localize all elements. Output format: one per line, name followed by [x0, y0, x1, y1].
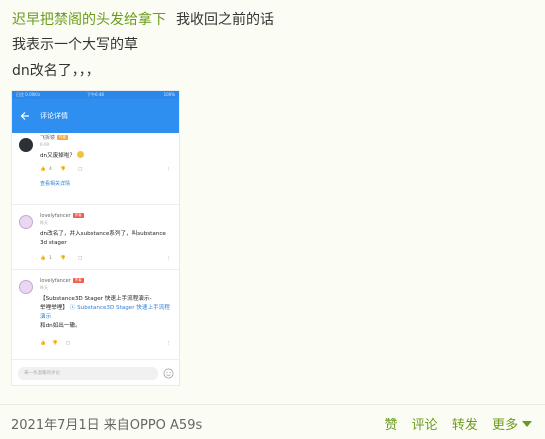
dislike-icon[interactable]: 👎 [60, 256, 66, 261]
post-text-3: dn改名了，，， [12, 63, 100, 79]
divider [12, 269, 179, 270]
comment-actions: 👍 4 👎 ▢ ⋮ [40, 167, 171, 175]
comment-time: 6-09 [40, 142, 50, 147]
reply-icon[interactable]: ▢ [78, 167, 82, 172]
comment-text: 【Substance3D Stager 快速上手流程演示- 举哩举哩】 ⓢ Su… [40, 296, 170, 329]
comment-author: lovelyfancer [40, 213, 71, 219]
like-button[interactable]: 赞 [385, 418, 398, 433]
post-actions: 赞 评论 转发 更多 [375, 414, 532, 433]
like-icon[interactable]: 👍 [40, 256, 46, 261]
divider [12, 204, 179, 205]
avatar [19, 215, 33, 229]
more-button[interactable]: 更多 [492, 418, 532, 433]
emoji-icon [76, 151, 84, 158]
post-text-2: 我表示一个大写的草 [12, 37, 138, 53]
comment-author: 飞拆镜 [40, 135, 56, 141]
link-icon: ⓢ [67, 305, 78, 311]
phone-status-bar: 已注 0.00K/s 下午6:48 100% [12, 91, 179, 99]
embedded-screenshot[interactable]: 已注 0.00K/s 下午6:48 100% 评论详情 飞拆镜 作者 6-09 d… [11, 90, 180, 386]
comment-text: dn改名了，并入substance系列了，叫substance 3d stage… [40, 231, 166, 246]
forward-button[interactable]: 转发 [452, 418, 478, 433]
comment-text: dn又废掉啦？ [40, 151, 171, 161]
post-text-1: 我收回之前的话 [176, 12, 274, 28]
dislike-icon[interactable]: 👎 [60, 167, 66, 172]
author-tag: 作者 [72, 278, 84, 283]
app-title-bar: 评论详情 [12, 99, 179, 133]
comment-input[interactable]: 来一条温暖的评论 [18, 367, 158, 380]
comment-input-bar: 来一条温暖的评论 [12, 359, 179, 385]
like-icon[interactable]: 👍 [40, 341, 46, 346]
comment-actions: 👍 1 👎 ▢ ⋮ [40, 256, 171, 264]
more-icon[interactable]: ⋮ [167, 341, 172, 346]
like-count: 4 [49, 167, 52, 172]
view-details-link[interactable]: 查看相关详情 [40, 180, 70, 187]
comment-item: lovelyfancer 作者 昨天 【Substance3D Stager 快速… [12, 276, 179, 356]
reply-icon[interactable]: ▢ [66, 341, 70, 346]
comment-button[interactable]: 评论 [412, 418, 438, 433]
emoji-icon[interactable] [163, 368, 174, 379]
comment-item: 飞拆镜 作者 6-09 dn又废掉啦？ 👍 4 👎 ▢ ⋮ 查看相关详情 [12, 133, 179, 191]
post-date-source: 2021年7月1日 来自OPPO A59s [11, 418, 203, 433]
chevron-down-icon [522, 421, 532, 427]
more-icon[interactable]: ⋮ [167, 167, 172, 172]
like-count: 1 [49, 256, 52, 261]
back-arrow-icon [20, 112, 29, 120]
like-icon[interactable]: 👍 [40, 167, 46, 172]
author-tag: 作者 [57, 135, 69, 140]
status-time: 下午6:48 [87, 92, 104, 97]
comment-author: lovelyfancer [40, 278, 71, 284]
app-title: 评论详情 [40, 112, 68, 120]
comment-actions: 👍 👎 ▢ ⋮ [40, 341, 171, 349]
status-battery: 100% [163, 92, 175, 97]
post-footer: 2021年7月1日 来自OPPO A59s 赞 评论 转发 更多 [0, 404, 545, 439]
author-link[interactable]: 迟早把禁阁的头发给拿下 [12, 12, 166, 28]
avatar [19, 138, 33, 152]
avatar [19, 280, 33, 294]
dislike-icon[interactable]: 👎 [52, 341, 58, 346]
author-tag: 作者 [72, 213, 84, 218]
reply-icon[interactable]: ▢ [78, 256, 82, 261]
comment-time: 昨天 [40, 285, 48, 290]
comment-item: lovelyfancer 作者 昨天 dn改名了，并入substance系列了，叫… [12, 211, 179, 271]
more-icon[interactable]: ⋮ [167, 256, 172, 261]
comment-time: 昨天 [40, 220, 48, 225]
post-line-1: 迟早把禁阁的头发给拿下 我收回之前的话 [12, 10, 274, 30]
